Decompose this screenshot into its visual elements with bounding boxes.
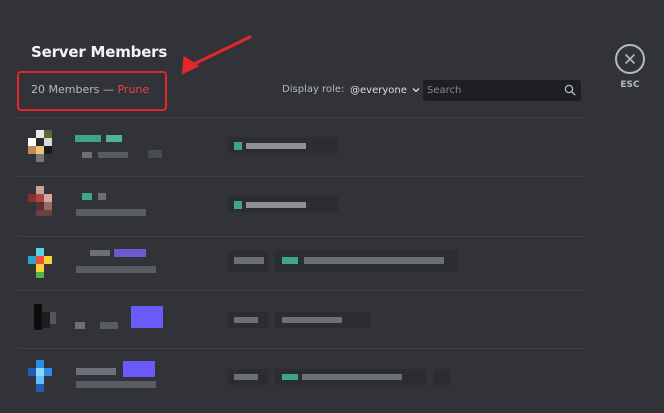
redaction-pixel: [36, 256, 44, 264]
redaction-pixel: [28, 138, 36, 146]
close-button[interactable]: [615, 44, 645, 74]
row-divider: [18, 236, 584, 237]
redaction-pixel: [36, 360, 44, 368]
redaction-pixel: [44, 138, 52, 146]
redaction-pixel: [234, 142, 242, 150]
redaction-pixel: [44, 130, 52, 138]
redaction-pixel: [36, 154, 44, 162]
member-row[interactable]: [18, 122, 584, 172]
redaction-pixel: [44, 146, 52, 154]
redaction-pixel: [36, 264, 44, 272]
redaction-pixel: [234, 201, 242, 209]
redaction-pixel: [234, 374, 258, 380]
redaction-pixel: [44, 256, 52, 264]
redaction-pixel: [282, 317, 342, 323]
redaction-pixel: [106, 135, 122, 142]
redaction-pixel: [282, 374, 298, 380]
row-divider: [18, 290, 584, 291]
redaction-pixel: [433, 369, 451, 385]
redaction-pixel: [98, 193, 106, 200]
redaction-pixel: [82, 152, 92, 158]
redaction-pixel: [82, 193, 92, 200]
redaction-pixel: [36, 194, 44, 202]
redaction-pixel: [36, 368, 44, 376]
redaction-pixel: [76, 381, 156, 388]
redaction-pixel: [28, 256, 36, 264]
redaction-pixel: [44, 368, 52, 376]
page-title: Server Members: [31, 43, 168, 61]
annotation-arrow-icon: [181, 35, 252, 75]
row-divider: [18, 348, 584, 349]
close-icon: [625, 54, 635, 64]
redaction-pixel: [36, 202, 44, 210]
redaction-pixel: [36, 248, 44, 256]
search-icon[interactable]: [564, 84, 576, 96]
redaction-pixel: [34, 304, 42, 330]
redaction-pixel: [131, 306, 163, 328]
annotation-highlight-box: [17, 71, 167, 111]
search-input[interactable]: [427, 82, 559, 99]
redaction-pixel: [76, 209, 146, 216]
redaction-pixel: [234, 257, 264, 264]
redaction-pixel: [44, 202, 52, 210]
redaction-pixel: [36, 146, 44, 154]
redaction-pixel: [44, 194, 52, 202]
redaction-pixel: [36, 186, 44, 194]
redaction-pixel: [36, 138, 44, 146]
redaction-pixel: [246, 143, 306, 149]
member-row[interactable]: [18, 355, 584, 405]
member-row[interactable]: [18, 240, 584, 290]
redaction-pixel: [246, 202, 306, 208]
redaction-pixel: [76, 266, 156, 273]
redaction-pixel: [36, 272, 44, 278]
display-role-label: Display role:: [282, 84, 345, 95]
redaction-pixel: [28, 194, 36, 202]
redaction-pixel: [36, 384, 44, 392]
row-divider: [18, 176, 584, 177]
redaction-pixel: [42, 312, 50, 328]
redaction-pixel: [75, 322, 85, 329]
redaction-pixel: [302, 374, 402, 380]
esc-label: ESC: [620, 80, 640, 90]
redaction-pixel: [234, 317, 258, 323]
redaction-pixel: [123, 361, 155, 377]
redaction-pixel: [304, 257, 444, 264]
server-members-page: Server Members 20 Members — Prune Displa…: [0, 0, 664, 413]
redaction-pixel: [36, 130, 44, 138]
redaction-pixel: [148, 150, 162, 158]
redaction-pixel: [100, 322, 118, 329]
redaction-pixel: [90, 250, 110, 256]
member-row[interactable]: [18, 298, 584, 348]
redaction-pixel: [282, 257, 298, 264]
redaction-pixel: [28, 368, 36, 376]
redaction-pixel: [36, 376, 44, 384]
redaction-pixel: [75, 135, 101, 142]
redaction-pixel: [98, 152, 128, 158]
chevron-down-icon: [412, 88, 420, 93]
redaction-pixel: [76, 368, 116, 375]
redaction-pixel: [28, 146, 36, 154]
redaction-pixel: [36, 210, 52, 216]
role-select[interactable]: @everyone: [350, 82, 421, 98]
redaction-pixel: [50, 312, 56, 324]
role-select-value: @everyone: [350, 84, 407, 96]
member-row[interactable]: [18, 180, 584, 230]
header-divider: [18, 117, 584, 118]
search-box[interactable]: [423, 80, 581, 101]
redaction-pixel: [114, 249, 146, 257]
